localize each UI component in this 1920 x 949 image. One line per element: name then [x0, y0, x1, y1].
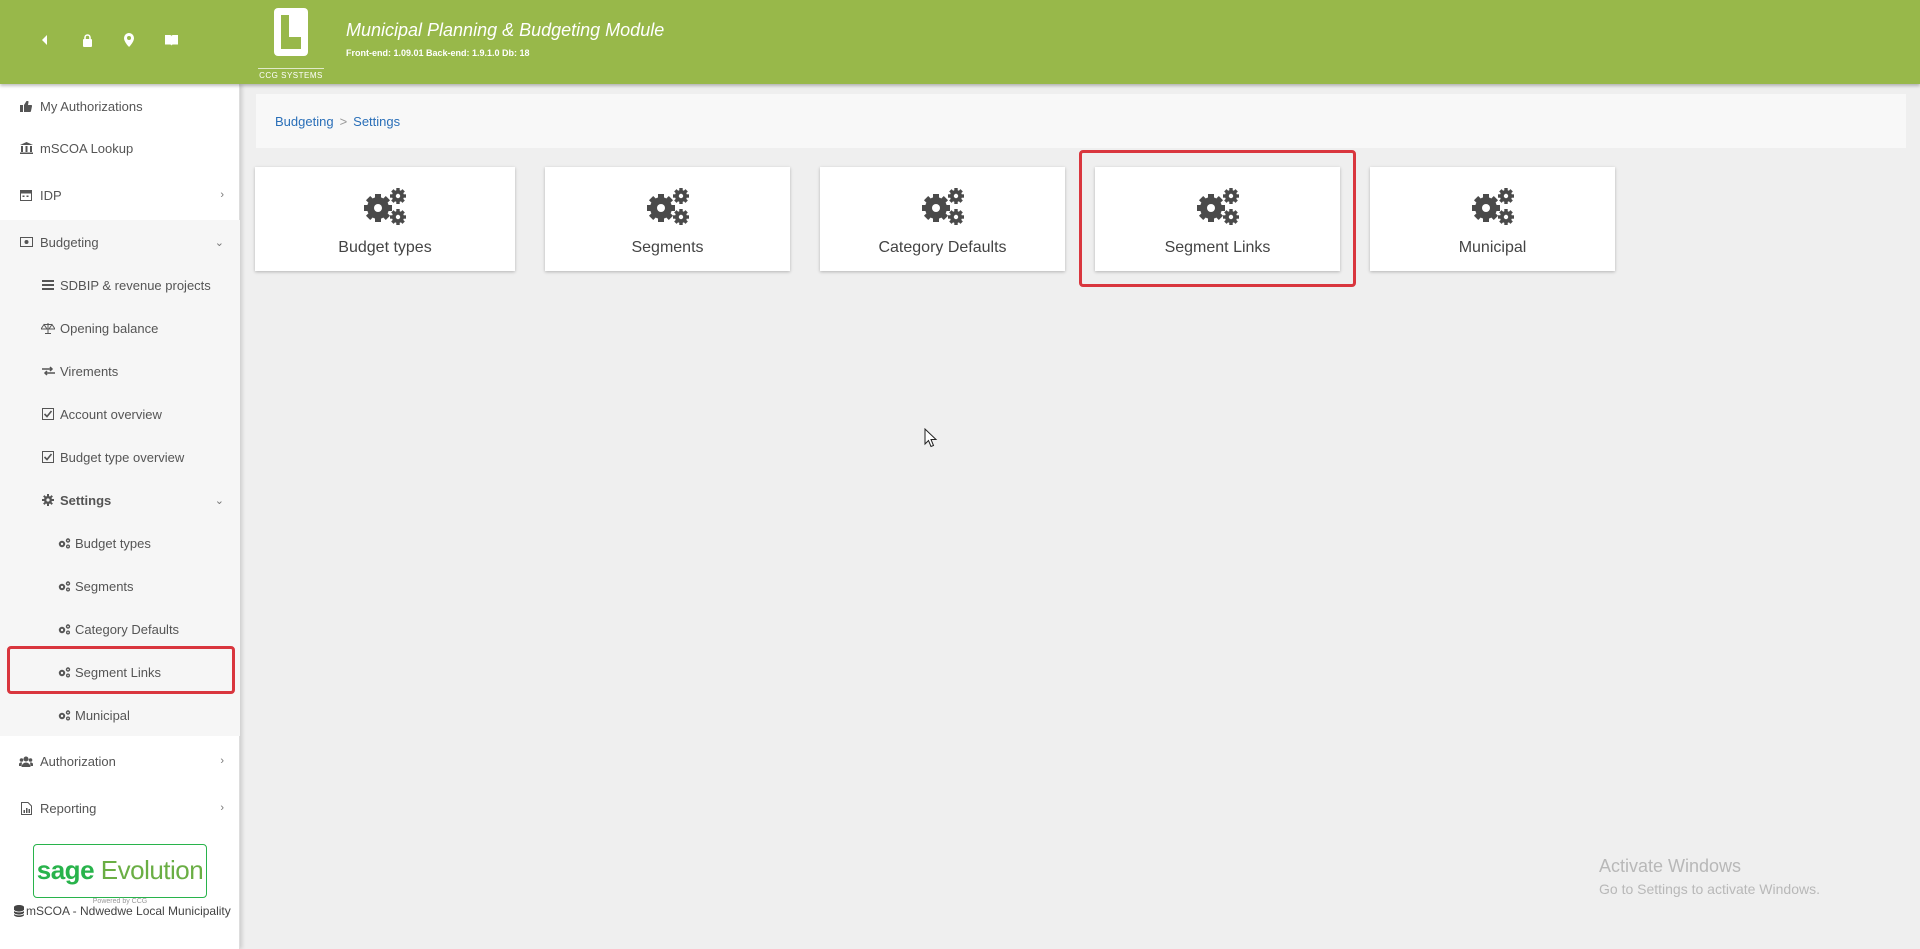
thumbs-up-icon [18, 98, 34, 114]
sidebar-item-mscoa-lookup[interactable]: mSCOA Lookup [0, 126, 240, 170]
cogs-icon [1195, 186, 1241, 231]
app-version: Front-end: 1.09.01 Back-end: 1.9.1.0 Db:… [346, 48, 530, 58]
card-municipal[interactable]: Municipal [1370, 167, 1615, 271]
chevron-right-icon: › [220, 802, 224, 814]
card-label: Segment Links [1164, 239, 1271, 256]
sidebar-item-sdbip[interactable]: SDBIP & revenue projects [0, 264, 240, 306]
sidebar-item-idp[interactable]: IDP › [0, 173, 240, 217]
sidebar-item-my-authorizations[interactable]: My Authorizations [0, 84, 240, 128]
app-title: Municipal Planning & Budgeting Module [346, 20, 665, 40]
map-marker-icon[interactable] [108, 30, 150, 50]
sidebar-item-reporting[interactable]: Reporting › [0, 786, 240, 830]
cogs-icon [56, 621, 72, 637]
sidebar-item-virements[interactable]: Virements [0, 350, 240, 392]
users-icon [18, 753, 34, 769]
breadcrumb-budgeting[interactable]: Budgeting [275, 114, 334, 129]
scale-icon [40, 320, 56, 336]
chevron-down-icon: ⌄ [214, 236, 224, 249]
sidebar-item-budget-types[interactable]: Budget types [0, 522, 240, 564]
sidebar-item-municipal[interactable]: Municipal [0, 694, 240, 736]
card-label: Category Defaults [878, 239, 1007, 256]
chevron-down-icon: ⌄ [214, 494, 224, 507]
card-label: Municipal [1458, 239, 1527, 256]
ccg-logo: CCG SYSTEMS [258, 6, 324, 80]
sidebar-item-segments[interactable]: Segments [0, 565, 240, 607]
budgeting-group: Budgeting ⌄ SDBIP & revenue projects Ope… [0, 220, 240, 736]
activate-windows-subtitle: Go to Settings to activate Windows. [1599, 881, 1820, 897]
sidebar-item-authorization[interactable]: Authorization › [0, 739, 240, 783]
file-chart-icon [18, 800, 34, 816]
calendar-icon [18, 187, 34, 203]
sidebar-item-opening-balance[interactable]: Opening balance [0, 307, 240, 349]
sidebar-item-settings[interactable]: Settings ⌄ [0, 479, 240, 521]
cogs-icon [645, 186, 691, 231]
breadcrumb: Budgeting > Settings [256, 94, 1906, 148]
cogs-icon [1470, 186, 1516, 231]
sidebar-item-segment-links[interactable]: Segment Links [0, 651, 240, 693]
chevron-right-icon: › [220, 755, 224, 767]
back-arrow-icon[interactable] [24, 30, 66, 50]
cogs-icon [920, 186, 966, 231]
sidebar-item-budgeting[interactable]: Budgeting ⌄ [0, 220, 240, 264]
cogs-icon [56, 578, 72, 594]
card-category-defaults[interactable]: Category Defaults [820, 167, 1065, 271]
header-toolbar [24, 30, 192, 50]
card-label: Segments [631, 239, 704, 256]
database-icon [13, 904, 25, 923]
card-label: Budget types [338, 239, 432, 256]
cogs-icon [56, 664, 72, 680]
card-budget-types[interactable]: Budget types [255, 167, 515, 271]
book-icon[interactable] [150, 30, 192, 50]
cogs-icon [362, 186, 408, 231]
check-square-icon [40, 449, 56, 465]
bank-icon [18, 140, 34, 156]
logo-caption: CCG SYSTEMS [258, 68, 324, 80]
cogs-icon [56, 535, 72, 551]
activate-windows-title: Activate Windows [1599, 856, 1742, 876]
cogs-icon [56, 707, 72, 723]
lock-icon[interactable] [66, 30, 108, 50]
money-icon [18, 234, 34, 250]
chevron-right-icon: › [220, 189, 224, 201]
exchange-icon [40, 363, 56, 379]
check-square-icon [40, 406, 56, 422]
list-icon [40, 277, 56, 293]
mouse-cursor-icon [924, 427, 938, 453]
cog-icon [40, 492, 56, 508]
card-segments[interactable]: Segments [545, 167, 790, 271]
card-segment-links[interactable]: Segment Links [1095, 167, 1340, 271]
database-info: mSCOA - Ndwedwe Local Municipality [13, 902, 234, 923]
breadcrumb-settings[interactable]: Settings [353, 114, 400, 129]
sidebar-item-budget-type-overview[interactable]: Budget type overview [0, 436, 240, 478]
sage-evolution-logo: sage Evolution Powered by CCG [33, 844, 207, 905]
breadcrumb-separator: > [339, 113, 348, 129]
sidebar-item-account-overview[interactable]: Account overview [0, 393, 240, 435]
sidebar: My Authorizations mSCOA Lookup IDP › Bud… [0, 84, 240, 949]
app-header: CCG SYSTEMS Municipal Planning & Budgeti… [0, 0, 1920, 84]
sidebar-item-category-defaults[interactable]: Category Defaults [0, 608, 240, 650]
